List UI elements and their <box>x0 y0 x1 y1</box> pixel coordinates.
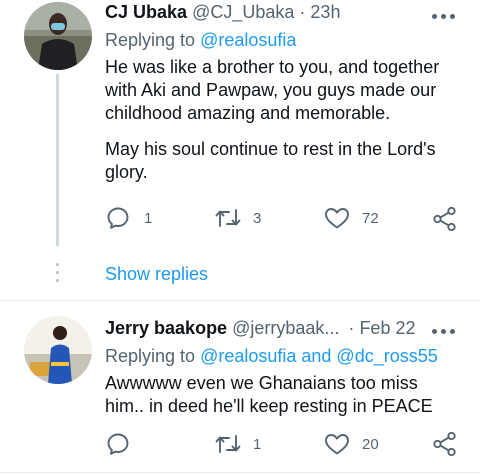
author-handle[interactable]: @CJ_Ubaka <box>192 2 294 22</box>
retweet-count: 3 <box>253 209 262 227</box>
share-icon <box>433 206 456 232</box>
like-count: 72 <box>362 209 379 227</box>
like-button[interactable]: 72 <box>324 206 379 230</box>
share-button[interactable] <box>432 431 458 457</box>
retweet-button[interactable]: 3 <box>214 206 261 230</box>
reply-count: 1 <box>144 209 153 227</box>
tweet-timestamp[interactable]: Feb 22 <box>359 318 415 338</box>
reply-button[interactable] <box>106 432 144 456</box>
like-count: 20 <box>362 435 379 453</box>
replying-to-link[interactable]: @realosufia <box>200 30 296 50</box>
retweet-button[interactable]: 1 <box>214 432 261 456</box>
author-handle[interactable]: @jerrybaak... <box>232 318 339 338</box>
separator-dot: · <box>299 2 306 22</box>
author-name[interactable]: CJ Ubaka <box>105 2 187 22</box>
like-icon <box>325 434 349 455</box>
tweet-text: Awwwww even we Ghanaians too miss him.. … <box>105 372 450 418</box>
reply-icon <box>107 207 129 229</box>
replying-to: Replying to @realosufia and @dc_ross55 <box>105 346 438 367</box>
share-icon <box>433 431 456 457</box>
author-name[interactable]: Jerry baakope <box>105 318 227 338</box>
more-icon[interactable] <box>432 5 458 25</box>
retweet-count: 1 <box>253 435 262 453</box>
like-icon <box>325 208 349 229</box>
replying-to: Replying to @realosufia <box>105 30 296 51</box>
retweet-icon <box>215 209 241 227</box>
show-replies-link[interactable]: Show replies <box>105 264 208 285</box>
avatar[interactable] <box>24 316 92 384</box>
thread-connector-line <box>56 74 59 246</box>
replying-label: Replying to <box>105 30 196 50</box>
tweet-text: He was like a brother to you, and togeth… <box>105 56 450 184</box>
retweet-icon <box>215 435 241 453</box>
more-icon[interactable] <box>432 320 458 340</box>
like-button[interactable]: 20 <box>324 432 379 456</box>
share-button[interactable] <box>432 206 458 232</box>
thread-dots <box>56 263 59 287</box>
divider <box>0 472 480 473</box>
divider <box>0 300 480 301</box>
tweet-paragraph: He was like a brother to you, and togeth… <box>105 57 440 123</box>
replying-to-link[interactable]: @realosufia and @dc_ross55 <box>200 346 438 366</box>
reply-button[interactable]: 1 <box>106 206 152 230</box>
reply-icon <box>107 433 129 455</box>
tweet-paragraph: May his soul continue to rest in the Lor… <box>105 139 436 182</box>
tweet-timestamp[interactable]: 23h <box>310 2 340 22</box>
tweet-header: Jerry baakope @jerrybaak... · Feb 22 <box>105 318 428 339</box>
tweet-paragraph: Awwwww even we Ghanaians too miss him.. … <box>105 373 433 416</box>
tweet-header: CJ Ubaka @CJ_Ubaka · 23h <box>105 2 428 23</box>
replying-label: Replying to <box>105 346 196 366</box>
separator-dot: · <box>348 318 355 338</box>
avatar[interactable] <box>24 2 92 70</box>
